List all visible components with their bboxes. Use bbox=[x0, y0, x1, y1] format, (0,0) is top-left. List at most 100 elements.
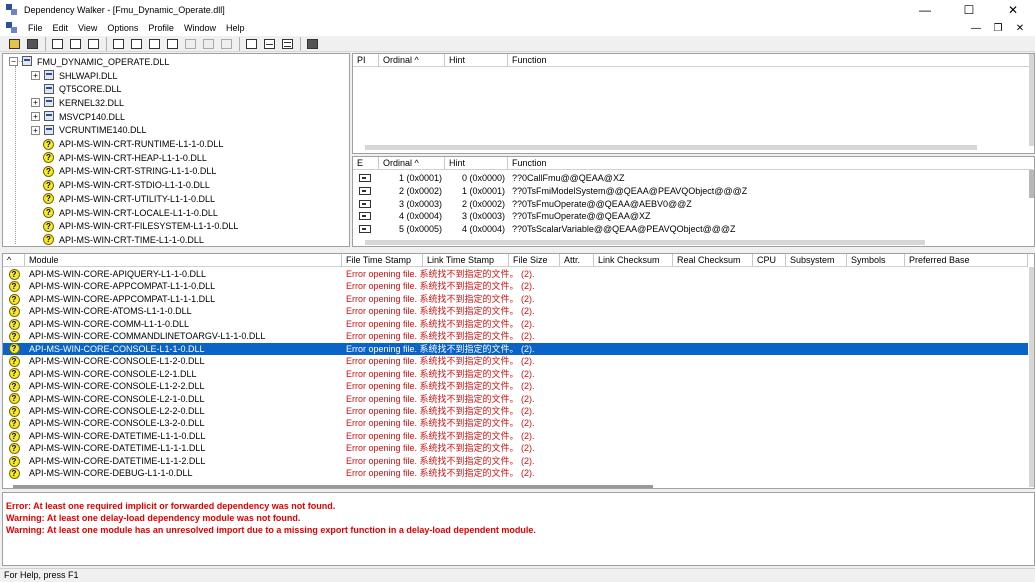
col-file-time-stamp[interactable]: File Time Stamp bbox=[342, 254, 423, 267]
maximize-button[interactable]: ☐ bbox=[947, 0, 991, 20]
menu-help[interactable]: Help bbox=[226, 23, 245, 33]
export-functions-list[interactable]: E Ordinal ^ Hint Function 1 (0x0001) 0 (0… bbox=[352, 156, 1035, 247]
tree-item[interactable]: + VCRUNTIME140.DLL bbox=[31, 124, 147, 137]
expand-all-button[interactable] bbox=[200, 37, 216, 51]
col-link-time-stamp[interactable]: Link Time Stamp bbox=[423, 254, 509, 267]
col-module[interactable]: Module bbox=[25, 254, 342, 267]
cascade-button[interactable] bbox=[243, 37, 259, 51]
menu-window[interactable]: Window bbox=[184, 23, 216, 33]
module-row[interactable]: ? API-MS-WIN-CORE-APPCOMPAT-L1-1-1.DLL Err… bbox=[3, 293, 1028, 306]
horizontal-scrollbar[interactable] bbox=[365, 240, 925, 245]
properties-button[interactable] bbox=[164, 37, 180, 51]
module-row[interactable]: ? API-MS-WIN-CORE-CONSOLE-L1-2-0.DLL Error… bbox=[3, 355, 1028, 368]
col-symbols[interactable]: Symbols bbox=[847, 254, 905, 267]
module-row[interactable]: ? API-MS-WIN-CORE-CONSOLE-L2-2-0.DLL Error… bbox=[3, 405, 1028, 418]
export-function-row[interactable]: 4 (0x0004) 3 (0x0003) ??0TsFmuOperate@@QEA… bbox=[353, 210, 1033, 223]
expand-icon[interactable]: + bbox=[31, 71, 40, 80]
horizontal-scrollbar[interactable] bbox=[13, 485, 653, 488]
tree-item[interactable]: QT5CORE.DLL bbox=[31, 83, 122, 96]
col-ordinal[interactable]: Ordinal ^ bbox=[379, 157, 445, 170]
module-row[interactable]: ? API-MS-WIN-CORE-APPCOMPAT-L1-1-0.DLL Err… bbox=[3, 280, 1028, 293]
module-row[interactable]: ? API-MS-WIN-CORE-CONSOLE-L1-1-0.DLL Error… bbox=[3, 342, 1028, 356]
menu-edit[interactable]: Edit bbox=[53, 23, 69, 33]
col-function[interactable]: Function bbox=[508, 54, 1033, 67]
parent-import-functions-list[interactable]: PI Ordinal ^ Hint Function bbox=[352, 53, 1035, 154]
tree-item[interactable]: ? API-MS-WIN-CRT-HEAP-L1-1-0.DLL bbox=[31, 151, 207, 164]
tree-item[interactable]: ? API-MS-WIN-CRT-TIME-L1-1-0.DLL bbox=[31, 233, 204, 246]
col-file-size[interactable]: File Size bbox=[509, 254, 560, 267]
vertical-scrollbar[interactable] bbox=[1029, 54, 1034, 146]
collapse-all-button[interactable] bbox=[218, 37, 234, 51]
module-row[interactable]: ? API-MS-WIN-CORE-DATETIME-L1-1-2.DLL Erro… bbox=[3, 455, 1028, 468]
module-row[interactable]: ? API-MS-WIN-CORE-DATETIME-L1-1-0.DLL Erro… bbox=[3, 430, 1028, 443]
menu-file[interactable]: File bbox=[28, 23, 43, 33]
export-function-row[interactable]: 1 (0x0001) 0 (0x0000) ??0CallFmu@@QEAA@XZ bbox=[353, 172, 1033, 185]
open-button[interactable] bbox=[6, 37, 22, 51]
log-output[interactable]: Error: At least one required implicit or… bbox=[2, 492, 1035, 566]
minimize-button[interactable]: — bbox=[903, 0, 947, 20]
col-real-checksum[interactable]: Real Checksum bbox=[673, 254, 753, 267]
copy-button[interactable] bbox=[49, 37, 65, 51]
horizontal-scrollbar[interactable] bbox=[365, 145, 977, 150]
profile-button[interactable] bbox=[128, 37, 144, 51]
module-row[interactable]: ? API-MS-WIN-CORE-CONSOLE-L2-1.DLL Error o… bbox=[3, 368, 1028, 381]
col-subsystem[interactable]: Subsystem bbox=[786, 254, 847, 267]
expand-icon[interactable]: + bbox=[31, 98, 40, 108]
col-cpu[interactable]: CPU bbox=[753, 254, 786, 267]
col-link-checksum[interactable]: Link Checksum bbox=[594, 254, 673, 267]
tile-horizontal-button[interactable] bbox=[261, 37, 277, 51]
menu-profile[interactable]: Profile bbox=[148, 23, 174, 33]
module-row[interactable]: ? API-MS-WIN-CORE-CONSOLE-L2-1-0.DLL Error… bbox=[3, 393, 1028, 406]
tree-item[interactable]: ? API-MS-WIN-CRT-STDIO-L1-1-0.DLL bbox=[31, 179, 210, 192]
tree-item[interactable]: ? API-MS-WIN-CRT-FILESYSTEM-L1-1-0.DLL bbox=[31, 220, 238, 233]
expand-icon[interactable]: + bbox=[31, 125, 40, 135]
context-help-button[interactable] bbox=[304, 37, 320, 51]
col-attr[interactable]: Attr. bbox=[560, 254, 594, 267]
col-hint[interactable]: Hint bbox=[445, 157, 508, 170]
module-list[interactable]: ^ Module File Time Stamp Link Time Stamp… bbox=[2, 253, 1035, 489]
mdi-minimize-button[interactable]: — bbox=[965, 23, 987, 34]
menu-view[interactable]: View bbox=[78, 23, 97, 33]
tree-item[interactable]: ? API-MS-WIN-CRT-RUNTIME-L1-1-0.DLL bbox=[31, 138, 223, 151]
tree-item[interactable]: + SHLWAPI.DLL bbox=[31, 69, 118, 82]
col-preferred-base[interactable]: Preferred Base bbox=[905, 254, 1028, 267]
save-button[interactable] bbox=[24, 37, 40, 51]
tree-item[interactable]: + MSVCP140.DLL bbox=[31, 110, 125, 123]
module-row[interactable]: ? API-MS-WIN-CORE-DATETIME-L1-1-1.DLL Erro… bbox=[3, 442, 1028, 455]
export-function-row[interactable]: 3 (0x0003) 2 (0x0002) ??0TsFmuOperate@@QEA… bbox=[353, 198, 1033, 211]
module-row[interactable]: ? API-MS-WIN-CORE-COMMANDLINETOARGV-L1-1-… bbox=[3, 330, 1028, 343]
vertical-scrollbar[interactable] bbox=[1029, 267, 1034, 487]
col-sort[interactable]: ^ bbox=[3, 254, 25, 267]
col-hint[interactable]: Hint bbox=[445, 54, 508, 67]
col-function[interactable]: Function bbox=[508, 157, 1033, 170]
module-row[interactable]: ? API-MS-WIN-CORE-CONSOLE-L1-2-2.DLL Error… bbox=[3, 380, 1028, 393]
tile-vertical-button[interactable] bbox=[279, 37, 295, 51]
export-function-row[interactable]: 5 (0x0005) 4 (0x0004) ??0TsScalarVariable@… bbox=[353, 223, 1033, 236]
col-e[interactable]: E bbox=[353, 157, 379, 170]
module-row[interactable]: ? API-MS-WIN-CORE-DEBUG-L1-1-0.DLL Error o… bbox=[3, 467, 1028, 480]
col-ordinal[interactable]: Ordinal ^ bbox=[379, 54, 445, 67]
module-row[interactable]: ? API-MS-WIN-CORE-APIQUERY-L1-1-0.DLL Erro… bbox=[3, 268, 1028, 281]
collapse-icon[interactable]: − bbox=[9, 57, 18, 66]
module-list-button[interactable] bbox=[146, 37, 162, 51]
tree-item[interactable]: + KERNEL32.DLL bbox=[31, 96, 124, 109]
module-row[interactable]: ? API-MS-WIN-CORE-COMM-L1-1-0.DLL Error op… bbox=[3, 318, 1028, 331]
document-system-menu-icon[interactable] bbox=[6, 22, 18, 34]
vertical-scrollbar-thumb[interactable] bbox=[1029, 170, 1034, 198]
tree-item[interactable]: ? API-MS-WIN-CRT-STRING-L1-1-0.DLL bbox=[31, 165, 216, 178]
tree-item[interactable]: ? API-MS-WIN-CRT-LOCALE-L1-1-0.DLL bbox=[31, 206, 218, 219]
tree-root-row[interactable]: − FMU_DYNAMIC_OPERATE.DLL bbox=[9, 55, 169, 68]
expand-icon[interactable]: + bbox=[31, 112, 40, 122]
mdi-close-button[interactable]: ✕ bbox=[1009, 23, 1031, 34]
export-function-row[interactable]: 2 (0x0002) 1 (0x0001) ??0TsFmiModelSystem@… bbox=[353, 185, 1033, 198]
col-pi[interactable]: PI bbox=[353, 54, 379, 67]
tree-item[interactable]: ? API-MS-WIN-CRT-UTILITY-L1-1-0.DLL bbox=[31, 192, 215, 205]
view-ordinal-button[interactable] bbox=[110, 37, 126, 51]
find-button[interactable] bbox=[182, 37, 198, 51]
view-full-paths-button[interactable] bbox=[67, 37, 83, 51]
menu-options[interactable]: Options bbox=[107, 23, 138, 33]
close-button[interactable]: ✕ bbox=[991, 0, 1035, 20]
module-dependency-tree[interactable]: − FMU_DYNAMIC_OPERATE.DLL + SHLWAPI.DLL QT… bbox=[2, 53, 350, 247]
module-row[interactable]: ? API-MS-WIN-CORE-ATOMS-L1-1-0.DLL Error o… bbox=[3, 305, 1028, 318]
module-row[interactable]: ? API-MS-WIN-CORE-CONSOLE-L3-2-0.DLL Error… bbox=[3, 417, 1028, 430]
